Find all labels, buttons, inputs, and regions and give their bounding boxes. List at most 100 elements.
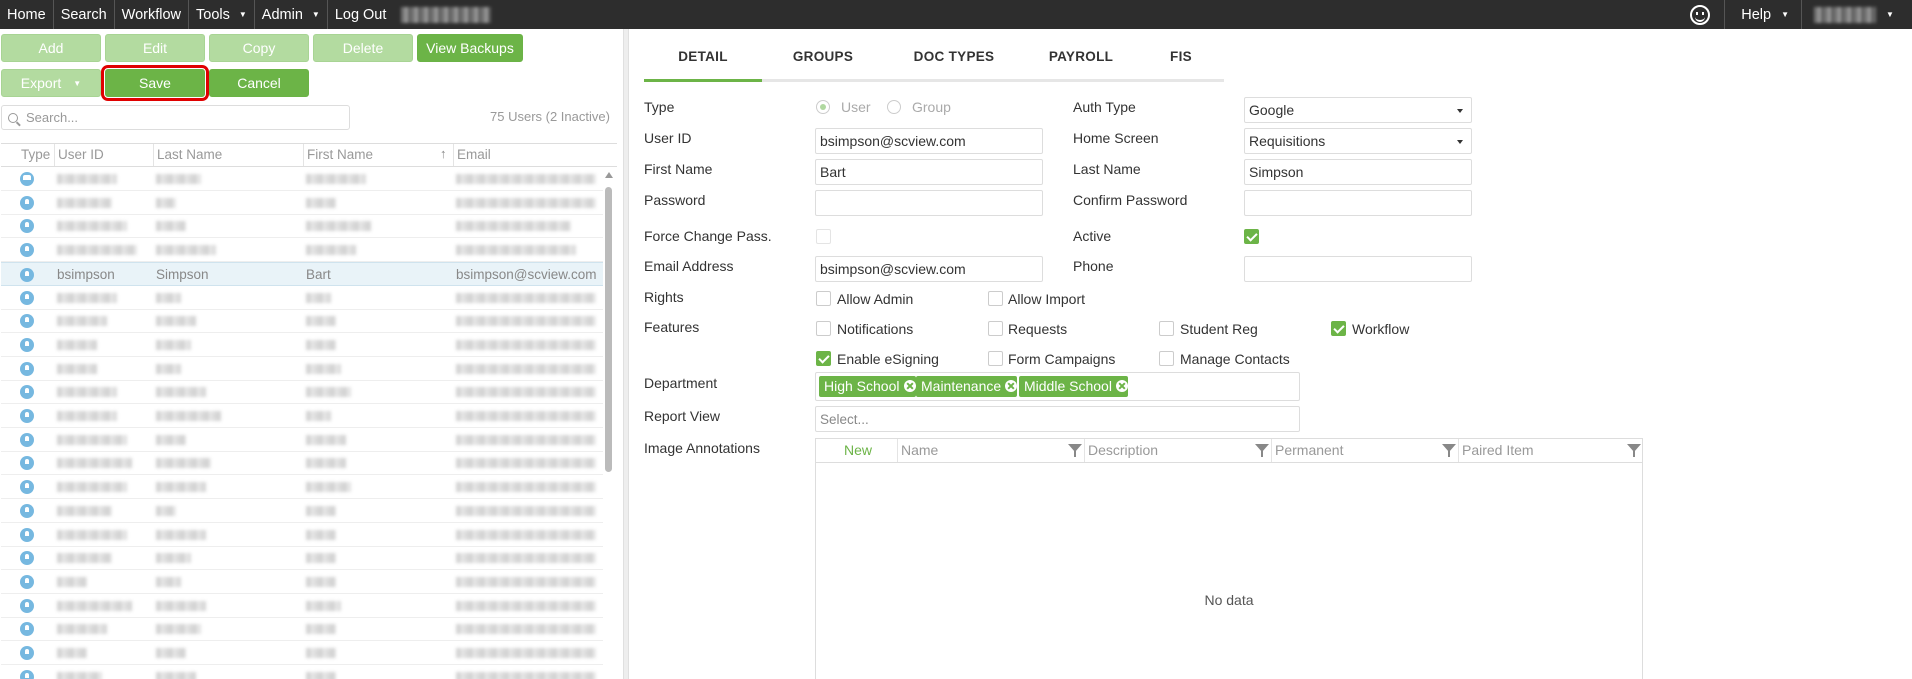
table-row[interactable] bbox=[1, 167, 603, 191]
users-grid-scrollbar[interactable] bbox=[603, 167, 615, 679]
col-first-name[interactable]: First Name bbox=[303, 144, 453, 166]
remove-tag-icon[interactable] bbox=[1115, 380, 1128, 392]
new-annotation-button[interactable]: New bbox=[816, 439, 897, 462]
redacted-cell bbox=[306, 245, 356, 255]
scroll-up-arrow-icon[interactable] bbox=[605, 172, 613, 178]
redacted-cell bbox=[456, 672, 596, 679]
nav-user-menu[interactable]: ▼ bbox=[1802, 0, 1912, 29]
last-name-input[interactable]: Simpson bbox=[1244, 159, 1472, 185]
confirm-password-input[interactable] bbox=[1244, 190, 1472, 216]
table-row[interactable] bbox=[1, 641, 603, 665]
save-button[interactable]: Save bbox=[101, 65, 209, 101]
cancel-button[interactable]: Cancel bbox=[209, 69, 309, 97]
table-row[interactable] bbox=[1, 617, 603, 641]
delete-button[interactable]: Delete bbox=[313, 34, 413, 62]
nav-admin[interactable]: Admin ▼ bbox=[255, 0, 328, 29]
col-ann-description[interactable]: Description bbox=[1084, 439, 1271, 462]
table-row[interactable] bbox=[1, 475, 603, 499]
auth-type-select[interactable]: Google bbox=[1244, 97, 1472, 123]
table-row[interactable] bbox=[1, 428, 603, 452]
allow-import-checkbox[interactable] bbox=[988, 291, 1003, 306]
student-reg-checkbox[interactable] bbox=[1159, 321, 1174, 336]
workflow-checkbox[interactable] bbox=[1331, 321, 1346, 336]
nav-home[interactable]: Home bbox=[0, 0, 54, 29]
col-ann-name[interactable]: Name bbox=[897, 439, 1084, 462]
table-row[interactable]: bsimpson Simpson Bart bsimpson@scview.com bbox=[1, 262, 603, 286]
report-view-select[interactable]: Select... bbox=[815, 406, 1300, 432]
department-multiselect[interactable]: High School Maintenance Middle School bbox=[815, 372, 1300, 401]
table-row[interactable] bbox=[1, 451, 603, 475]
table-row[interactable] bbox=[1, 357, 603, 381]
user-search-input[interactable] bbox=[26, 110, 326, 125]
table-row[interactable] bbox=[1, 333, 603, 357]
allow-admin-checkbox[interactable] bbox=[816, 291, 831, 306]
table-row[interactable] bbox=[1, 546, 603, 570]
phone-input[interactable] bbox=[1244, 256, 1472, 282]
col-last-name[interactable]: Last Name bbox=[153, 144, 303, 166]
type-user-label: User bbox=[841, 99, 871, 115]
sort-ascending-icon[interactable]: ↑ bbox=[440, 146, 447, 161]
email-input[interactable]: bsimpson@scview.com bbox=[815, 256, 1043, 282]
first-name-input[interactable]: Bart bbox=[815, 159, 1043, 185]
nav-workflow[interactable]: Workflow bbox=[115, 0, 189, 29]
filter-icon[interactable] bbox=[1255, 444, 1269, 457]
redacted-cell bbox=[156, 387, 206, 397]
edit-button[interactable]: Edit bbox=[105, 34, 205, 62]
smiley-feedback-icon[interactable] bbox=[1690, 4, 1711, 25]
nav-logout[interactable]: Log Out bbox=[328, 0, 394, 29]
table-row[interactable] bbox=[1, 404, 603, 428]
table-row[interactable] bbox=[1, 286, 603, 310]
filter-icon[interactable] bbox=[1627, 444, 1641, 457]
home-screen-select[interactable]: Requisitions bbox=[1244, 128, 1472, 154]
requests-checkbox[interactable] bbox=[988, 321, 1003, 336]
tab-groups[interactable]: GROUPS bbox=[762, 40, 884, 82]
view-backups-button[interactable]: View Backups bbox=[417, 34, 523, 62]
col-ann-paired-item[interactable]: Paired Item bbox=[1458, 439, 1642, 462]
tab-fis[interactable]: FIS bbox=[1138, 40, 1224, 82]
home-screen-label: Home Screen bbox=[1073, 130, 1159, 146]
col-user-id[interactable]: User ID bbox=[54, 144, 154, 166]
nav-help[interactable]: Help ▼ bbox=[1724, 0, 1802, 29]
password-input[interactable] bbox=[815, 190, 1043, 216]
redacted-cell bbox=[456, 293, 596, 303]
tab-doc-types[interactable]: DOC TYPES bbox=[884, 40, 1024, 82]
tab-payroll[interactable]: PAYROLL bbox=[1024, 40, 1138, 82]
type-user-radio[interactable] bbox=[816, 100, 830, 114]
table-row[interactable] bbox=[1, 191, 603, 215]
filter-icon[interactable] bbox=[1442, 444, 1456, 457]
add-button[interactable]: Add bbox=[1, 34, 101, 62]
table-row[interactable] bbox=[1, 309, 603, 333]
table-row[interactable] bbox=[1, 380, 603, 404]
redacted-cell bbox=[156, 577, 181, 587]
col-ann-permanent[interactable]: Permanent bbox=[1271, 439, 1458, 462]
table-row[interactable] bbox=[1, 499, 603, 523]
notifications-checkbox[interactable] bbox=[816, 321, 831, 336]
panel-splitter[interactable] bbox=[623, 29, 629, 679]
nav-tools[interactable]: Tools ▼ bbox=[189, 0, 255, 29]
filter-icon[interactable] bbox=[1068, 444, 1082, 457]
user-type-icon bbox=[20, 433, 34, 447]
col-type[interactable]: Type bbox=[1, 144, 55, 166]
remove-tag-icon[interactable] bbox=[903, 380, 916, 392]
table-row[interactable] bbox=[1, 523, 603, 547]
nav-search[interactable]: Search bbox=[54, 0, 115, 29]
remove-tag-icon[interactable] bbox=[1005, 380, 1018, 392]
force-change-checkbox[interactable] bbox=[816, 229, 831, 244]
table-row[interactable] bbox=[1, 238, 603, 262]
allow-import-label: Allow Import bbox=[1008, 291, 1086, 307]
copy-button[interactable]: Copy bbox=[209, 34, 309, 62]
table-row[interactable] bbox=[1, 214, 603, 238]
table-row[interactable] bbox=[1, 665, 603, 679]
active-checkbox[interactable] bbox=[1244, 229, 1259, 244]
table-row[interactable] bbox=[1, 594, 603, 618]
form-campaigns-checkbox[interactable] bbox=[988, 351, 1003, 366]
scroll-thumb[interactable] bbox=[605, 187, 612, 472]
col-email[interactable]: Email bbox=[453, 144, 603, 166]
enable-esigning-checkbox[interactable] bbox=[816, 351, 831, 366]
manage-contacts-checkbox[interactable] bbox=[1159, 351, 1174, 366]
export-button[interactable]: Export ▼ bbox=[1, 69, 101, 97]
table-row[interactable] bbox=[1, 570, 603, 594]
user-id-input[interactable]: bsimpson@scview.com bbox=[815, 128, 1043, 154]
type-group-radio[interactable] bbox=[887, 100, 901, 114]
tab-detail[interactable]: DETAIL bbox=[644, 40, 762, 82]
